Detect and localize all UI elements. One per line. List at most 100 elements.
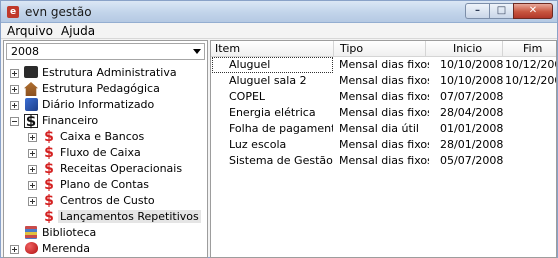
tree-item-merenda[interactable]: Merenda [6,241,205,257]
cell-inicio: 05/07/2008 [440,154,504,167]
cell-fim: 10/12/2009 [505,58,556,71]
navigation-panel: 2008 Estrutura Administrativa Estrutura … [3,40,208,258]
minimize-icon: – [475,5,480,16]
cell-inicio: 28/04/2008 [440,106,504,119]
cell-tipo: Mensal dias fixos [339,74,429,87]
cell-item: Folha de pagamento [229,122,333,135]
menu-arquivo[interactable]: Arquivo [7,24,53,38]
tree-item-centros-de-custo[interactable]: $ Centros de Custo [6,193,205,209]
table-row[interactable]: Aluguel sala 2 Mensal dias fixos 10/10/2… [211,73,556,89]
tree-item-financeiro[interactable]: $ Financeiro [6,113,205,129]
expand-icon[interactable] [10,85,19,94]
maximize-icon: □ [496,5,507,16]
expand-icon[interactable] [10,69,19,78]
tree-item-biblioteca[interactable]: Biblioteca [6,225,205,241]
cell-item: Sistema de Gestão [229,154,333,167]
dollar-icon: $ [44,209,54,225]
cell-tipo: Mensal dias fixos [339,58,429,71]
table-row[interactable]: Luz escola Mensal dias fixos 28/01/2008 [211,137,556,153]
close-icon: ✕ [528,5,538,16]
column-header-fim[interactable]: Fim [503,41,556,57]
list-header: Item Tipo Inicio Fim [211,41,556,57]
tree-item-label: Receitas Operacionais [60,162,183,175]
cell-fim [505,137,556,153]
expand-icon[interactable] [10,101,19,110]
column-header-inicio[interactable]: Inicio [426,41,503,57]
table-row[interactable]: Folha de pagamento Mensal dia útil 01/01… [211,121,556,137]
expand-icon[interactable] [28,197,37,206]
books-icon [24,226,38,240]
tree-item-label: Estrutura Pedagógica [42,82,160,95]
title-bar[interactable]: e evn gestão – □ ✕ [1,1,557,23]
tree-item-fluxo-de-caixa[interactable]: $ Fluxo de Caixa [6,145,205,161]
dollar-icon: $ [44,193,54,209]
tree-item-receitas-operacionais[interactable]: $ Receitas Operacionais [6,161,205,177]
app-window: e evn gestão – □ ✕ Arquivo Ajuda 2008 Es… [0,0,558,258]
window-controls: – □ ✕ [465,3,553,19]
cell-inicio: 10/10/2008 [440,74,504,87]
tree-item-label: Lançamentos Repetitivos [58,210,201,223]
cell-tipo: Mensal dias fixos [339,154,429,167]
table-row[interactable]: COPEL Mensal dias fixos 07/07/2008 [211,89,556,105]
apple-icon [24,242,38,256]
tree-item-label: Diário Informatizado [42,98,155,111]
cell-item: Energia elétrica [229,106,316,119]
tree-item-estrutura-administrativa[interactable]: Estrutura Administrativa [6,65,205,81]
cell-item: COPEL [229,90,266,103]
cell-tipo: Mensal dias fixos [339,90,429,103]
expand-icon[interactable] [28,181,37,190]
cell-tipo: Mensal dias fixos [339,138,429,151]
cell-fim [505,89,556,105]
year-select[interactable]: 2008 [6,43,205,60]
expand-icon[interactable] [10,245,19,254]
house-icon [24,82,38,96]
expand-icon[interactable] [28,165,37,174]
book-icon [24,98,38,112]
cell-fim [505,105,556,121]
tree-item-label: Centros de Custo [60,194,155,207]
cell-inicio: 28/01/2008 [440,138,504,151]
table-row[interactable]: Sistema de Gestão Mensal dias fixos 05/0… [211,153,556,169]
column-header-item[interactable]: Item [211,41,334,57]
collapse-icon[interactable] [10,117,19,126]
dollar-icon: $ [44,161,54,177]
maximize-button[interactable]: □ [489,3,513,19]
dollar-icon: $ [44,177,54,193]
cell-item: Luz escola [229,138,287,151]
expand-icon[interactable] [28,149,37,158]
cell-item: Aluguel [212,57,333,73]
dollar-icon: $ [44,145,54,161]
table-row[interactable]: Energia elétrica Mensal dias fixos 28/04… [211,105,556,121]
cell-inicio: 01/01/2008 [440,122,504,135]
chevron-down-icon[interactable] [193,49,201,54]
menu-bar: Arquivo Ajuda [1,23,557,39]
cell-tipo: Mensal dias fixos [339,106,429,119]
tree-item-label: Financeiro [42,114,99,127]
cell-fim: 10/12/2009 [505,74,556,87]
expand-icon[interactable] [28,133,37,142]
list-view: Item Tipo Inicio Fim Aluguel Mensal dias… [210,40,557,258]
tree-item-lancamentos-repetitivos[interactable]: $ Lançamentos Repetitivos [6,209,205,225]
tree-item-caixa-e-bancos[interactable]: $ Caixa e Bancos [6,129,205,145]
tree-item-plano-de-contas[interactable]: $ Plano de Contas [6,177,205,193]
cell-item: Aluguel sala 2 [229,74,307,87]
tree-item-estrutura-pedagogica[interactable]: Estrutura Pedagógica [6,81,205,97]
tree-item-diario-informatizado[interactable]: Diário Informatizado [6,97,205,113]
dollar-icon: $ [24,112,38,130]
close-button[interactable]: ✕ [513,3,553,19]
minimize-button[interactable]: – [465,3,489,19]
cell-inicio: 10/10/2008 [440,58,504,71]
menu-ajuda[interactable]: Ajuda [61,24,95,38]
tree-item-label: Caixa e Bancos [60,130,145,143]
cell-tipo: Mensal dia útil [339,122,419,135]
table-row[interactable]: Aluguel Mensal dias fixos 10/10/2008 10/… [211,57,556,73]
dollar-icon: $ [44,129,54,145]
tree-item-label: Biblioteca [42,226,97,239]
cell-fim [505,153,556,169]
tree-item-label: Fluxo de Caixa [60,146,141,159]
people-folder-icon [24,66,38,80]
module-tree: Estrutura Administrativa Estrutura Pedag… [6,65,205,255]
cell-fim [505,121,556,137]
year-select-value: 2008 [11,45,39,58]
column-header-tipo[interactable]: Tipo [334,41,426,57]
